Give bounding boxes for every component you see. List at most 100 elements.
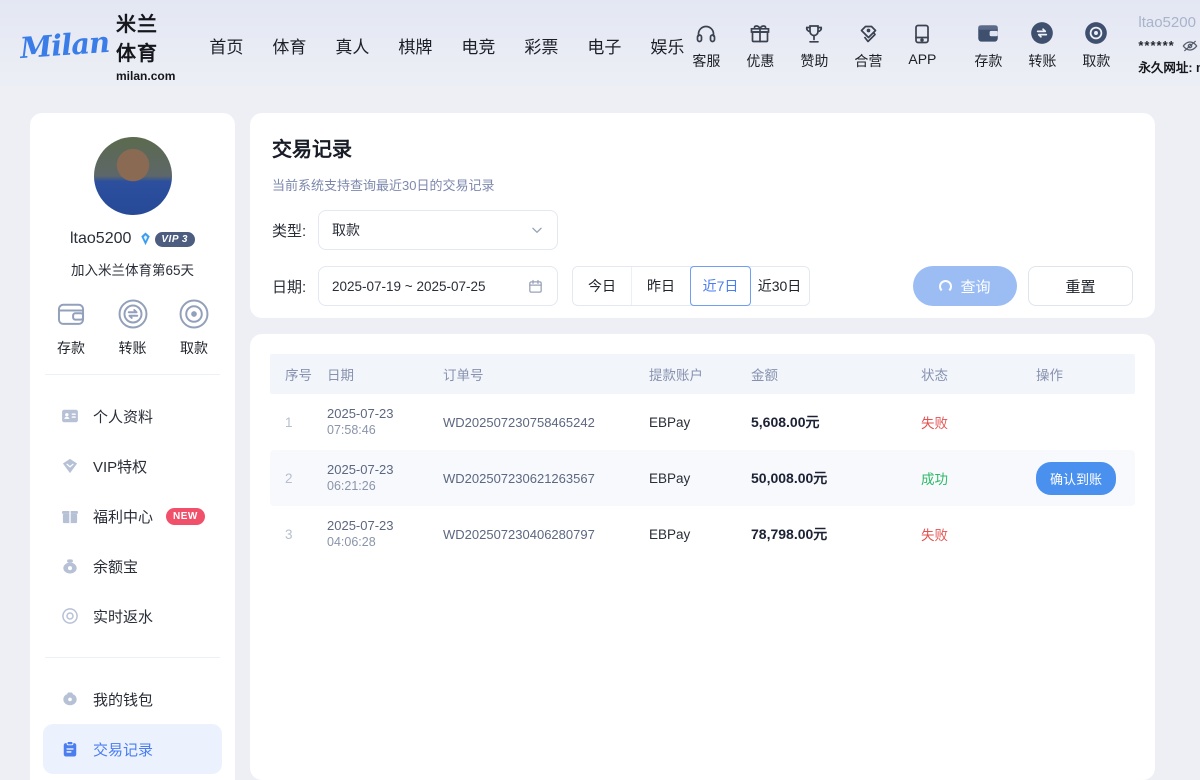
range-yesterday-button[interactable]: 昨日 [632, 267, 691, 305]
col-header-account: 提款账户 [649, 364, 751, 384]
nav-item-esports[interactable]: 电竞 [461, 33, 495, 58]
service-button[interactable]: 客服 [684, 20, 728, 71]
date-label: 日期: [272, 276, 318, 297]
sidebar-transfer-label: 转账 [119, 338, 147, 358]
diamond-icon [60, 456, 80, 476]
partner-label: 合营 [854, 51, 882, 71]
table-header-row: 序号 日期 订单号 提款账户 金额 状态 操作 [270, 354, 1135, 394]
col-header-action: 操作 [1036, 364, 1135, 384]
filter-card: 交易记录 当前系统支持查询最近30日的交易记录 类型: 取款 日期: 2025-… [250, 113, 1155, 318]
sidebar-deposit-button[interactable]: 存款 [54, 297, 88, 358]
nav-item-lottery[interactable]: 彩票 [524, 33, 558, 58]
balance-masked: ****** [1138, 39, 1174, 52]
rebate-icon [60, 606, 80, 626]
date-filter-row: 日期: 2025-07-19 ~ 2025-07-25 今日 昨日 近7日 近3… [272, 266, 1133, 306]
sidebar-transfer-button[interactable]: 转账 [116, 297, 150, 358]
sidebar-item-yuebao[interactable]: 余额宝 [43, 541, 222, 591]
row-status: 成功 [921, 468, 1036, 488]
row-amount: 50,008.00元 [751, 468, 921, 488]
row-action-cell: 确认到账 [1036, 462, 1135, 495]
transactions-table-card: 序号 日期 订单号 提款账户 金额 状态 操作 1 2025-07-23 07:… [250, 334, 1155, 780]
sidebar-deposit-label: 存款 [57, 338, 85, 358]
row-datetime: 2025-07-23 04:06:28 [327, 517, 443, 551]
withdraw-outline-icon [177, 297, 211, 331]
nav-item-entertainment[interactable]: 娱乐 [650, 33, 684, 58]
withdraw-button[interactable]: 取款 [1074, 20, 1118, 71]
row-account: EBPay [649, 527, 751, 542]
query-button-label: 查询 [960, 276, 990, 297]
loading-spinner-icon [939, 280, 952, 293]
logo-domain-text: milan.com [116, 69, 175, 83]
query-button[interactable]: 查询 [913, 266, 1017, 306]
nav-item-chess[interactable]: 棋牌 [398, 33, 432, 58]
transfer-button[interactable]: 转账 [1020, 20, 1064, 71]
sidebar-item-bets[interactable]: 投注记录 [43, 774, 222, 780]
type-filter-row: 类型: 取款 [272, 210, 1133, 250]
date-range-presets: 今日 昨日 近7日 近30日 [572, 266, 810, 306]
site-logo[interactable]: Milan 米兰体育 milan.com [20, 8, 175, 83]
sidebar-item-label: VIP特权 [93, 456, 147, 477]
range-30days-button[interactable]: 近30日 [750, 267, 809, 305]
row-time: 06:21:26 [327, 478, 443, 495]
col-header-no: 序号 [285, 364, 327, 384]
join-days-text: 加入米兰体育第65天 [43, 259, 222, 279]
table-row: 1 2025-07-23 07:58:46 WD2025072307584652… [270, 394, 1135, 450]
chevron-down-icon [530, 223, 544, 237]
transfer-icon [1029, 20, 1055, 46]
partner-button[interactable]: 合营 [846, 20, 890, 71]
type-select[interactable]: 取款 [318, 210, 558, 250]
service-label: 客服 [692, 51, 720, 71]
deposit-button[interactable]: 存款 [966, 20, 1010, 71]
range-7days-button[interactable]: 近7日 [690, 266, 751, 306]
user-info: ltao5200 VIP 3 ****** 永久网址: milan.com [1138, 15, 1200, 75]
row-status: 失败 [921, 412, 1036, 432]
sidebar-item-label: 实时返水 [93, 606, 153, 627]
row-date: 2025-07-23 [327, 517, 443, 535]
sidebar-item-transactions[interactable]: 交易记录 [43, 724, 222, 774]
gift-icon [748, 20, 772, 46]
clipboard-icon [60, 739, 80, 759]
type-selected-value: 取款 [332, 220, 530, 240]
promo-label: 优惠 [746, 51, 774, 71]
vip-diamond-icon [138, 232, 153, 246]
sidebar-item-vip[interactable]: VIP特权 [43, 441, 222, 491]
sidebar-divider [45, 374, 220, 375]
row-status: 失败 [921, 524, 1036, 544]
sidebar-withdraw-label: 取款 [180, 338, 208, 358]
row-order-number: WD202507230758465242 [443, 415, 649, 430]
confirm-receipt-button[interactable]: 确认到账 [1036, 462, 1116, 495]
logo-cn-text: 米兰体育 [116, 8, 175, 66]
range-today-button[interactable]: 今日 [573, 267, 632, 305]
app-label: APP [908, 51, 936, 67]
sidebar-item-welfare[interactable]: 福利中心 NEW [43, 491, 222, 541]
nav-item-live[interactable]: 真人 [335, 33, 369, 58]
page-title: 交易记录 [272, 133, 1133, 162]
row-date: 2025-07-23 [327, 405, 443, 423]
nav-item-home[interactable]: 首页 [209, 33, 243, 58]
sidebar-item-wallet[interactable]: 我的钱包 [43, 674, 222, 724]
sidebar-avatar[interactable] [94, 137, 172, 215]
promo-button[interactable]: 优惠 [738, 20, 782, 71]
sidebar-item-rebate[interactable]: 实时返水 [43, 591, 222, 641]
sidebar-withdraw-button[interactable]: 取款 [177, 297, 211, 358]
deposit-label: 存款 [974, 51, 1002, 71]
sidebar-vip-label: VIP 3 [155, 232, 195, 247]
sidebar-vip-badge: VIP 3 [138, 232, 195, 247]
app-button[interactable]: APP [900, 20, 944, 71]
date-range-input[interactable]: 2025-07-19 ~ 2025-07-25 [318, 266, 558, 306]
nav-item-sports[interactable]: 体育 [272, 33, 306, 58]
sponsor-button[interactable]: 赞助 [792, 20, 836, 71]
sidebar-item-profile[interactable]: 个人资料 [43, 391, 222, 441]
col-header-order: 订单号 [443, 364, 649, 384]
row-time: 07:58:46 [327, 422, 443, 439]
username[interactable]: ltao5200 [1138, 15, 1196, 30]
main-panel: 交易记录 当前系统支持查询最近30日的交易记录 类型: 取款 日期: 2025-… [250, 113, 1155, 780]
nav-item-slots[interactable]: 电子 [587, 33, 621, 58]
header-service-icons: 客服 优惠 赞助 合营 APP [684, 20, 944, 71]
trophy-icon [802, 20, 826, 46]
logo-script-text: Milan [19, 25, 110, 65]
eye-off-icon[interactable] [1182, 39, 1198, 53]
sidebar-item-label: 福利中心 [93, 506, 153, 527]
top-header: Milan 米兰体育 milan.com 首页 体育 真人 棋牌 电竞 彩票 电… [0, 0, 1200, 90]
reset-button[interactable]: 重置 [1028, 266, 1133, 306]
